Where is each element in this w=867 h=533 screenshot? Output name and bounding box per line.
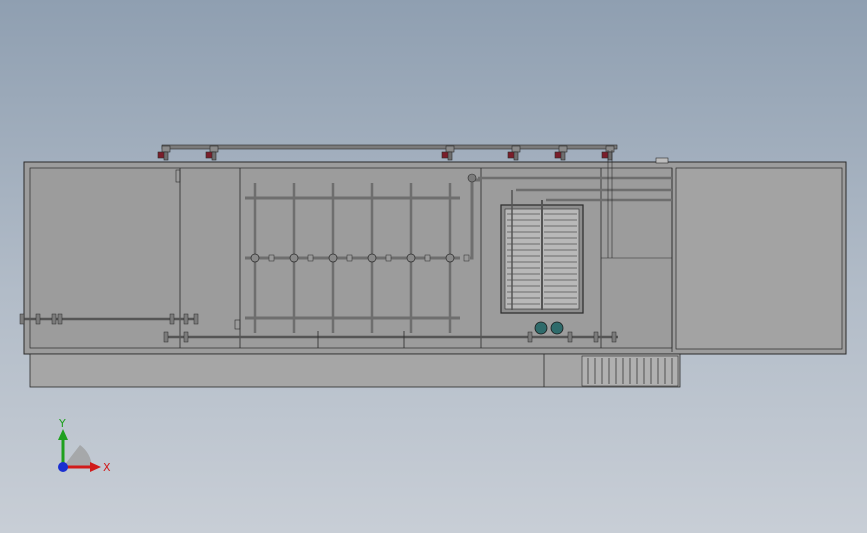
- grid-valve-4: [367, 253, 377, 263]
- inlet-flange-2: [35, 313, 41, 325]
- drain-flange-3: [527, 331, 533, 343]
- grid-coupling-1: [268, 254, 275, 262]
- grid-coupling-6: [463, 254, 470, 262]
- grid-valve-6: [445, 253, 455, 263]
- valve-stem: [447, 151, 453, 161]
- inlet-flange-1: [19, 313, 25, 325]
- right-compartment: [675, 167, 843, 350]
- header-pipe: [161, 144, 618, 150]
- inlet-flange-5: [169, 313, 175, 325]
- triad-arc: [63, 445, 92, 467]
- y-axis-arrow: [58, 429, 68, 440]
- base-skid: [29, 353, 681, 388]
- grid-coupling-3: [346, 254, 353, 262]
- inlet-flange-3: [51, 313, 57, 325]
- drain-flange-2: [183, 331, 189, 343]
- top-valve-1: [157, 145, 171, 161]
- valve-body: [605, 145, 615, 153]
- grid-coupling-5: [424, 254, 431, 262]
- valve-stem: [163, 151, 169, 161]
- inlet-flange-7: [193, 313, 199, 325]
- riser-elbow: [467, 173, 477, 183]
- cad-viewport[interactable]: Y X: [0, 0, 867, 533]
- valve-body: [445, 145, 455, 153]
- vent-grille: [581, 355, 679, 387]
- valve-body: [511, 145, 521, 153]
- x-axis-label: X: [103, 461, 111, 474]
- valve-stem: [211, 151, 217, 161]
- inlet-flange-6: [183, 313, 189, 325]
- grid-valve-1: [250, 253, 260, 263]
- equipment-drawing: Y X: [19, 144, 847, 474]
- coordinate-triad: Y X: [58, 417, 111, 474]
- grid-valve-3: [328, 253, 338, 263]
- top-flange: [655, 157, 669, 164]
- y-axis-label: Y: [58, 417, 66, 430]
- pump-2: [550, 321, 564, 335]
- valve-body: [209, 145, 219, 153]
- grid-valve-5: [406, 253, 416, 263]
- grid-coupling-4: [385, 254, 392, 262]
- drain-flange-5: [593, 331, 599, 343]
- grid-valve-2: [289, 253, 299, 263]
- membrane-module: [500, 190, 584, 314]
- drain-flange-4: [567, 331, 573, 343]
- valve-stem: [513, 151, 519, 161]
- header-pipe-assembly: [157, 144, 618, 161]
- drain-flange-1: [163, 331, 169, 343]
- valve-stem: [560, 151, 566, 161]
- inlet-flange-4: [57, 313, 63, 325]
- grid-coupling-2: [307, 254, 314, 262]
- valve-body: [558, 145, 568, 153]
- pump-1: [534, 321, 548, 335]
- z-axis-dot: [58, 462, 68, 472]
- x-axis-arrow: [90, 462, 101, 472]
- valve-stem: [607, 151, 613, 161]
- valve-body: [161, 145, 171, 153]
- drain-flange-6: [611, 331, 617, 343]
